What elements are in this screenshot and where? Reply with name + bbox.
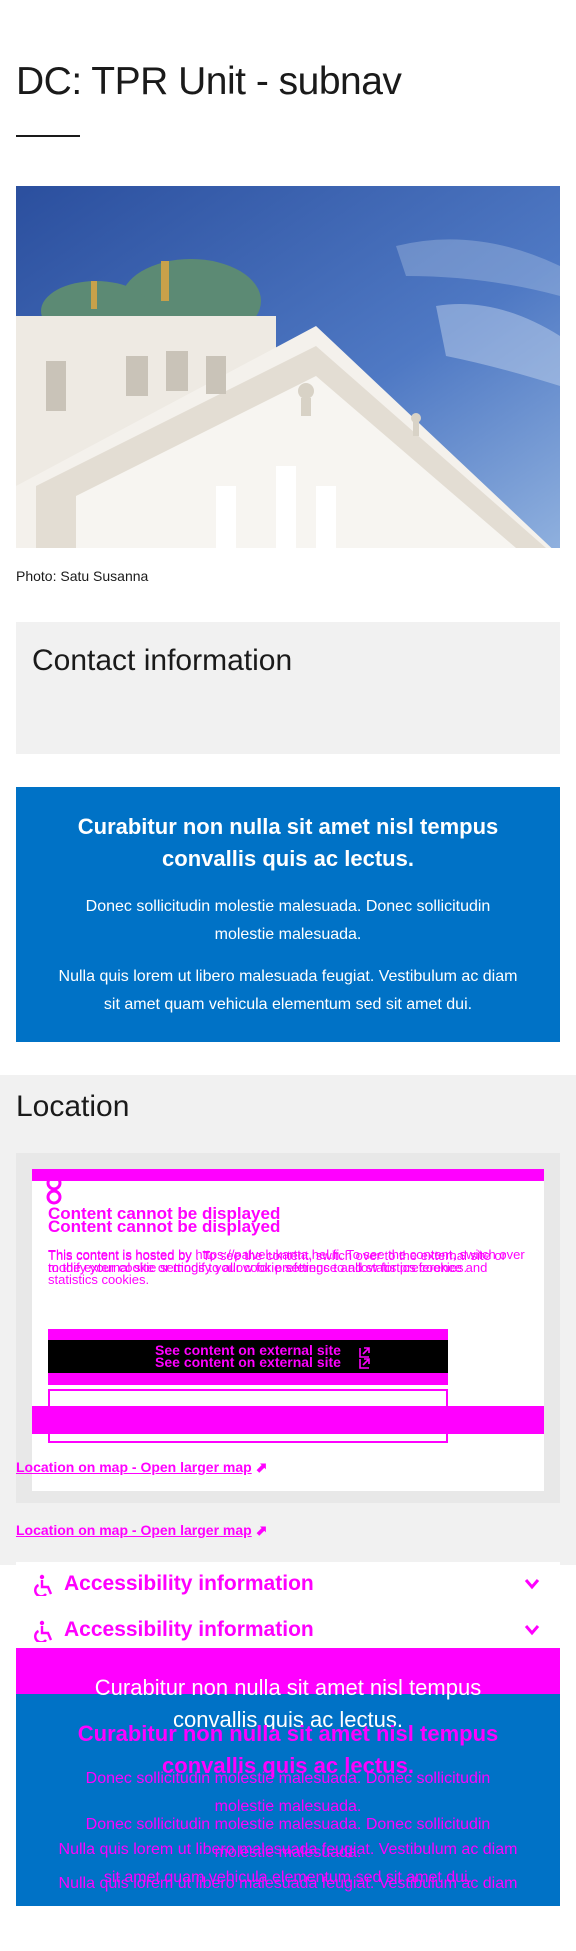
location-heading: Location	[16, 1090, 130, 1123]
embed-warning-body-secondary: This content is hosted by . To see the c…	[48, 1247, 506, 1275]
alert-icon	[46, 1175, 62, 1205]
open-larger-map-text-inner: Location on map - Open larger map	[16, 1459, 252, 1475]
image-caption: Photo: Satu Susanna	[16, 568, 149, 584]
hero-image	[16, 186, 560, 548]
embed-warning-title-text-duplicate: Content cannot be displayed	[48, 1217, 281, 1236]
info-banner: Curabitur non nulla sit amet nisl tempus…	[16, 787, 560, 1042]
external-link-icon: ⬈	[255, 1522, 268, 1538]
page-title: DC: TPR Unit - subnav	[16, 60, 402, 103]
accessibility-accordion-toggle[interactable]: Accessibility information	[16, 1562, 560, 1606]
chevron-down-icon	[524, 1579, 540, 1590]
see-external-site-label-duplicate: See content on external site	[155, 1354, 341, 1370]
open-larger-map-link[interactable]: Location on map - Open larger map ⬈	[16, 1522, 267, 1539]
contact-heading: Contact information	[32, 644, 293, 677]
accessibility-accordion-label: Accessibility information	[64, 1618, 314, 1641]
banner-paragraph-1: Donec sollicitudin molestie malesuada. D…	[85, 898, 491, 943]
banner-duplicate-paragraph-2: Nulla quis lorem ut libero malesuada feu…	[58, 1875, 518, 1892]
banner-title: Curabitur non nulla sit amet nisl tempus…	[77, 814, 499, 871]
wheelchair-icon	[34, 1574, 53, 1596]
location-section: Location Content cannot be displayed Con…	[0, 1075, 576, 1565]
external-link-icon: ⬈	[255, 1459, 268, 1475]
accessibility-accordion-label: Accessibility information	[64, 1572, 314, 1595]
chevron-down-icon	[524, 1625, 540, 1636]
see-external-site-button[interactable]: See content on external site See content…	[48, 1329, 448, 1373]
embed-warning-title: Content cannot be displayed Content cann…	[48, 1205, 281, 1236]
external-link-icon	[359, 1347, 370, 1369]
embed-warning-body: This content is hosted by https://palvel…	[48, 1247, 538, 1286]
open-larger-map-link-inner[interactable]: Location on map - Open larger map ⬈	[16, 1459, 267, 1476]
map-embed-frame: Content cannot be displayed Content cann…	[16, 1153, 560, 1503]
info-banner-duplicate: Curabitur non nulla sit amet nisl tempus…	[16, 1648, 560, 1906]
embed-top-bar	[32, 1169, 544, 1181]
accessibility-accordion-toggle-duplicate[interactable]: Accessibility information	[16, 1608, 560, 1652]
banner-paragraph-2: Nulla quis lorem ut libero malesuada feu…	[58, 968, 518, 1013]
wheelchair-icon	[34, 1620, 53, 1642]
contact-information-box: Contact information	[16, 622, 560, 754]
cookie-overlay-bar	[32, 1406, 544, 1434]
map-embed-placeholder: Content cannot be displayed Content cann…	[16, 1169, 544, 1491]
title-divider	[16, 135, 80, 137]
external-button-bottom-bar	[48, 1373, 448, 1385]
open-larger-map-text: Location on map - Open larger map	[16, 1522, 252, 1538]
